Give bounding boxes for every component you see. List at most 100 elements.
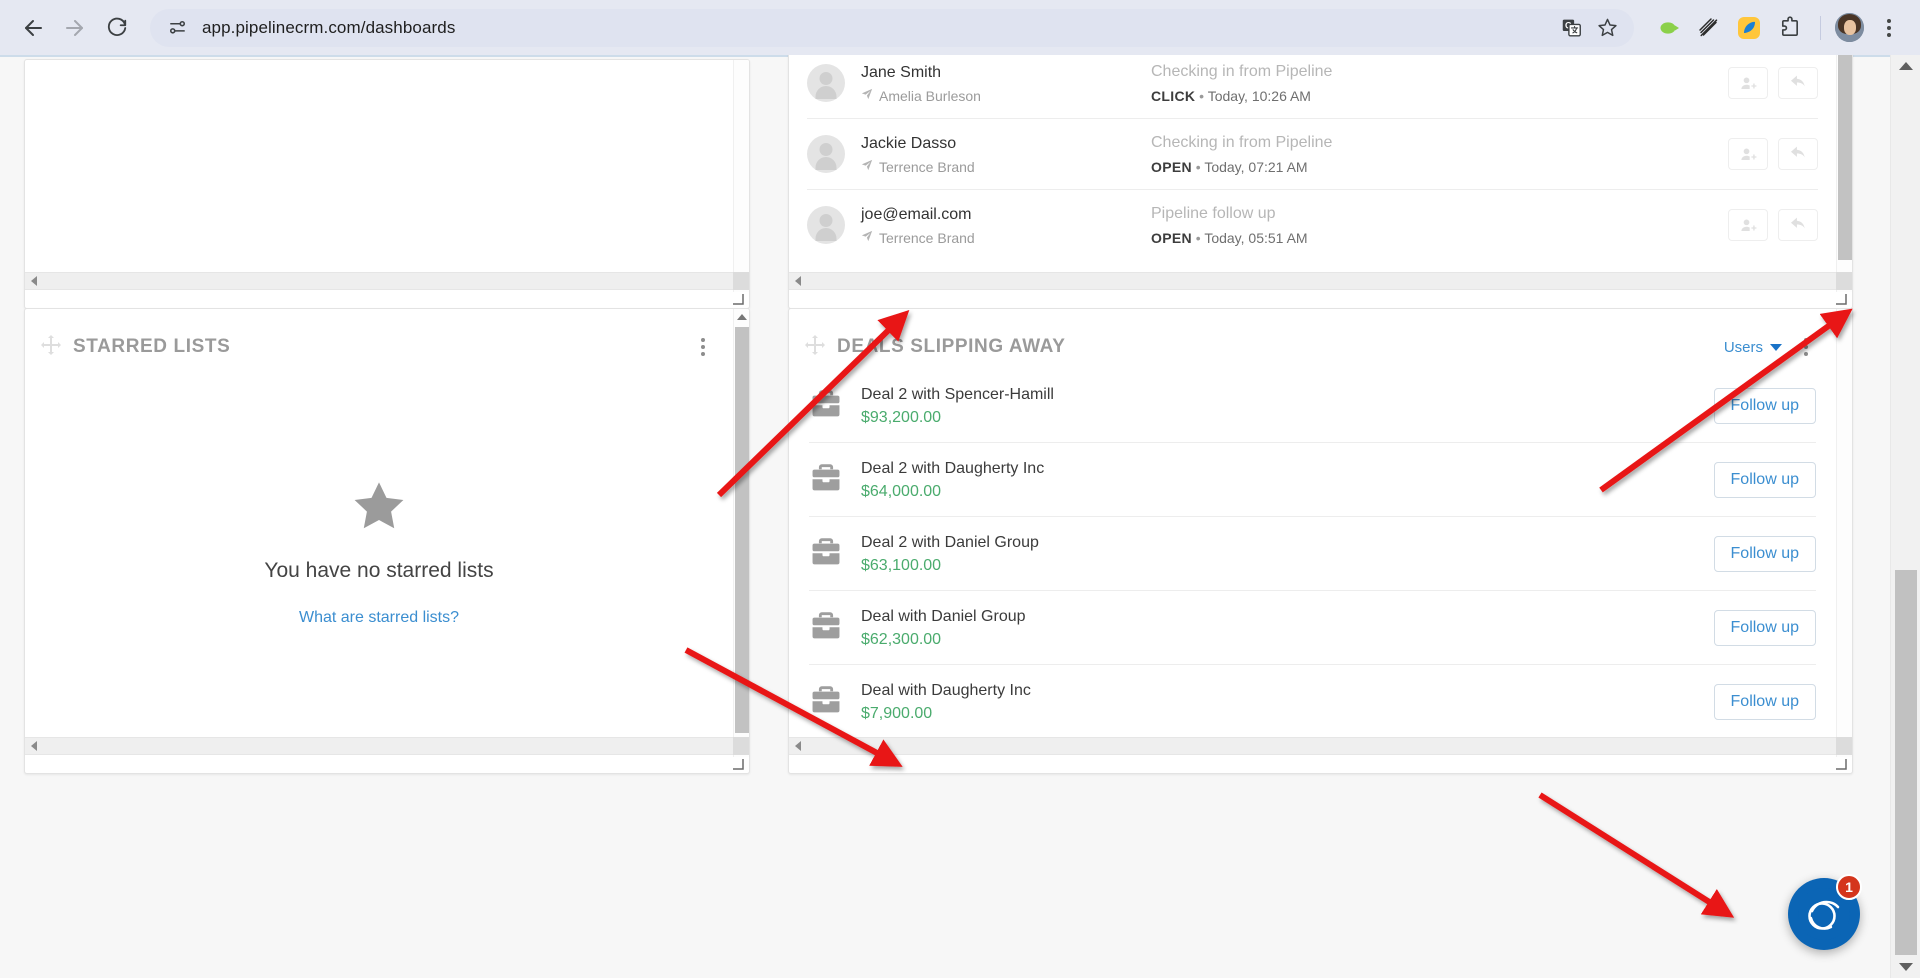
resize-handle[interactable]	[1835, 292, 1847, 305]
page-scroll-thumb[interactable]	[1895, 570, 1917, 955]
reload-button[interactable]	[98, 9, 136, 47]
move-widget-icon[interactable]	[41, 334, 61, 360]
hscroll-track[interactable]	[43, 273, 731, 289]
browser-vertical-scrollbar[interactable]	[1890, 55, 1920, 978]
follow-up-button[interactable]: Follow up	[1713, 535, 1816, 572]
deals-vscrollbar[interactable]	[1836, 309, 1852, 757]
meta-separator: •	[1195, 230, 1201, 246]
extensions-puzzle-icon[interactable]	[1772, 11, 1806, 45]
widget-menu-icon[interactable]	[695, 334, 711, 360]
loom-extension-icon[interactable]	[1652, 11, 1686, 45]
chrome-menu-icon[interactable]	[1872, 11, 1906, 45]
browser-toolbar: app.pipelinecrm.com/dashboards G	[0, 0, 1920, 55]
email-subject: Checking in from Pipeline	[1151, 134, 1333, 151]
scroll-left-arrow[interactable]	[25, 276, 43, 286]
chat-unread-badge: 1	[1836, 874, 1862, 900]
scroll-left-arrow[interactable]	[789, 276, 807, 286]
blank-widget	[24, 59, 750, 309]
page-viewport: Jane Smith Amelia Burleson Checking in f…	[0, 55, 1920, 978]
deal-row[interactable]: Deal 2 with Spencer-Hamill $93,200.00 Fo…	[809, 369, 1816, 443]
email-meta: OPEN • Today, 07:21 AM	[1151, 159, 1728, 175]
scroll-left-arrow[interactable]	[789, 741, 807, 751]
resize-handle[interactable]	[1835, 757, 1847, 770]
deal-name[interactable]: Deal 2 with Daniel Group	[861, 532, 1714, 553]
email-widget-hscrollbar[interactable]	[789, 272, 1852, 290]
email-meta: CLICK • Today, 10:26 AM	[1151, 88, 1728, 104]
hscroll-track[interactable]	[43, 738, 731, 754]
deal-name[interactable]: Deal with Daugherty Inc	[861, 680, 1714, 701]
follow-up-button[interactable]: Follow up	[1713, 387, 1816, 424]
deals-list: Deal 2 with Spencer-Hamill $93,200.00 Fo…	[789, 369, 1836, 738]
send-icon	[861, 230, 873, 245]
url-text[interactable]: app.pipelinecrm.com/dashboards	[190, 18, 1554, 38]
star-icon	[349, 478, 409, 541]
extensions-area	[1652, 11, 1806, 45]
deal-amount: $62,300.00	[861, 631, 942, 648]
email-time: Today, 07:21 AM	[1204, 159, 1308, 175]
back-button[interactable]	[14, 9, 52, 47]
follow-up-button[interactable]: Follow up	[1713, 683, 1816, 720]
deal-row[interactable]: Deal 2 with Daniel Group $63,100.00 Foll…	[809, 517, 1816, 591]
starred-lists-empty-state: You have no starred lists What are starr…	[25, 365, 733, 739]
add-contact-button[interactable]	[1728, 138, 1768, 170]
email-activity-row[interactable]: joe@email.com Terrence Brand Pipeline fo…	[807, 190, 1818, 260]
starred-lists-hscrollbar[interactable]	[25, 737, 749, 755]
address-bar[interactable]: app.pipelinecrm.com/dashboards G	[150, 8, 1634, 47]
blank-widget-hscrollbar[interactable]	[25, 272, 749, 290]
forward-button[interactable]	[56, 9, 94, 47]
translate-icon[interactable]: G	[1554, 11, 1588, 45]
reply-button[interactable]	[1778, 67, 1818, 99]
reply-button[interactable]	[1778, 209, 1818, 241]
deal-name[interactable]: Deal 2 with Daugherty Inc	[861, 458, 1714, 479]
blank-widget-vscrollbar[interactable]	[733, 60, 749, 292]
widget-menu-icon[interactable]	[1798, 334, 1814, 360]
scroll-left-arrow[interactable]	[25, 741, 43, 751]
email-activity-row[interactable]: Jane Smith Amelia Burleson Checking in f…	[807, 55, 1818, 119]
chat-widget[interactable]: 1	[1788, 874, 1862, 950]
contact-avatar	[807, 135, 845, 173]
follow-up-button[interactable]: Follow up	[1713, 609, 1816, 646]
owner-row: Amelia Burleson	[861, 88, 1151, 104]
move-widget-icon[interactable]	[805, 334, 825, 360]
hscroll-track[interactable]	[807, 273, 1834, 289]
deals-hscrollbar[interactable]	[789, 737, 1852, 755]
contact-name[interactable]: Jane Smith	[861, 63, 1151, 83]
pipeline-extension-icon[interactable]	[1732, 11, 1766, 45]
reply-button[interactable]	[1778, 138, 1818, 170]
deal-name[interactable]: Deal with Daniel Group	[861, 606, 1714, 627]
avatar[interactable]	[1835, 13, 1864, 42]
owner-name: Amelia Burleson	[879, 87, 981, 104]
site-info-icon[interactable]	[164, 15, 190, 41]
email-time: Today, 05:51 AM	[1204, 230, 1308, 246]
resize-handle[interactable]	[732, 757, 744, 770]
vscroll-thumb[interactable]	[1838, 55, 1852, 260]
resize-handle[interactable]	[732, 292, 744, 305]
page-title: DEALS SLIPPING AWAY	[837, 336, 1066, 357]
what-are-starred-lists-link[interactable]: What are starred lists?	[299, 609, 459, 627]
add-contact-button[interactable]	[1728, 209, 1768, 241]
page-title: STARRED LISTS	[73, 336, 231, 357]
email-meta: OPEN • Today, 05:51 AM	[1151, 230, 1728, 246]
deal-row[interactable]: Deal with Daugherty Inc $7,900.00 Follow…	[809, 665, 1816, 738]
deal-row[interactable]: Deal 2 with Daugherty Inc $64,000.00 Fol…	[809, 443, 1816, 517]
page-scroll-up-arrow[interactable]	[1891, 55, 1920, 77]
vscroll-thumb[interactable]	[735, 327, 749, 733]
page-scroll-down-arrow[interactable]	[1891, 956, 1920, 978]
deal-row[interactable]: Deal with Daniel Group $62,300.00 Follow…	[809, 591, 1816, 665]
starred-lists-vscrollbar[interactable]	[733, 309, 749, 757]
contact-name[interactable]: joe@email.com	[861, 205, 1151, 225]
follow-up-button[interactable]: Follow up	[1713, 461, 1816, 498]
email-widget-vscrollbar[interactable]	[1836, 55, 1852, 292]
contact-avatar	[807, 64, 845, 102]
hscroll-track[interactable]	[807, 738, 1834, 754]
deal-name[interactable]: Deal 2 with Spencer-Hamill	[861, 384, 1714, 405]
briefcase-icon	[809, 534, 843, 573]
grammarly-extension-icon[interactable]	[1692, 11, 1726, 45]
scroll-up-arrow[interactable]	[734, 309, 749, 325]
deals-slipping-away-widget: DEALS SLIPPING AWAY Users Deal 2 with Sp…	[788, 308, 1853, 774]
users-filter-dropdown[interactable]: Users	[1724, 339, 1782, 356]
email-activity-row[interactable]: Jackie Dasso Terrence Brand Checking in …	[807, 119, 1818, 190]
add-contact-button[interactable]	[1728, 67, 1768, 99]
bookmark-star-icon[interactable]	[1590, 11, 1624, 45]
contact-name[interactable]: Jackie Dasso	[861, 134, 1151, 154]
